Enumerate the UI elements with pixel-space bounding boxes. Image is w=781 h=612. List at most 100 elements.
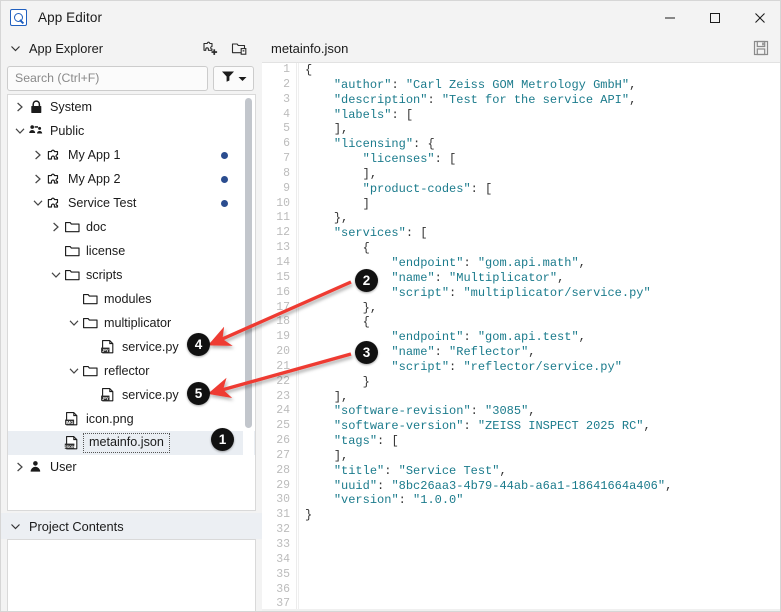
py-file-icon: .PY: [99, 386, 118, 404]
tree-item-doc[interactable]: doc: [8, 215, 255, 239]
code-line: ],: [333, 122, 349, 137]
tree-item-label: icon.png: [86, 411, 134, 426]
close-button[interactable]: [737, 1, 780, 34]
line-number: 21: [276, 359, 290, 373]
code-line: "description": "Test for the service API…: [333, 92, 637, 107]
chevron-down-icon[interactable]: [49, 263, 63, 287]
app-explorer-title: App Explorer: [29, 40, 103, 56]
chevron-down-icon: [238, 69, 247, 87]
project-contents-header[interactable]: Project Contents: [1, 513, 262, 539]
svg-text:.PY: .PY: [102, 396, 109, 401]
maximize-button[interactable]: [692, 1, 737, 34]
tree-item-label: service.py: [122, 339, 179, 354]
add-app-icon[interactable]: [198, 37, 220, 59]
tree-item-label: metainfo.json: [83, 433, 170, 453]
app-tree: System Public My App 1 My App 2 Service Tes…: [8, 95, 255, 479]
filter-button[interactable]: [213, 65, 254, 91]
line-number: 35: [276, 567, 290, 581]
tree-item-scripts[interactable]: scripts: [8, 263, 255, 287]
tree-item-license[interactable]: license: [8, 239, 255, 263]
app-explorer-header: App Explorer: [1, 34, 262, 62]
folder-icon: [63, 266, 82, 284]
code-line: ],: [362, 166, 378, 181]
chevron-right-icon[interactable]: [13, 95, 27, 119]
chevron-down-icon[interactable]: [67, 311, 81, 335]
line-number: 27: [276, 448, 290, 462]
code-line: ],: [333, 448, 349, 463]
public-icon: [27, 122, 46, 140]
tree-item-public[interactable]: Public: [8, 119, 255, 143]
code-text-area[interactable]: { "author": "Carl Zeiss GOM Metrology Gm…: [298, 63, 780, 611]
code-line: "software-revision": "3085",: [333, 404, 536, 419]
chevron-down-icon[interactable]: [67, 359, 81, 383]
code-line: },: [362, 300, 378, 315]
tree-item-label: Public: [50, 123, 85, 138]
tree-item-service-py[interactable]: .PY service.py: [8, 383, 255, 407]
window-title: App Editor: [38, 10, 103, 25]
folder-icon: [63, 218, 82, 236]
code-line: }: [305, 508, 313, 523]
search-input[interactable]: [7, 65, 208, 91]
line-number: 29: [276, 478, 290, 492]
code-line: ],: [333, 389, 349, 404]
line-number: 34: [276, 552, 290, 566]
code-line: "author": "Carl Zeiss GOM Metrology GmbH…: [333, 77, 637, 92]
tree-item-label: doc: [86, 219, 107, 234]
chevron-right-icon[interactable]: [13, 455, 27, 479]
tree-item-system[interactable]: System: [8, 95, 255, 119]
tree-item-multiplicator[interactable]: multiplicator: [8, 311, 255, 335]
code-editor[interactable]: 1 2 3 4 5 6 7 8 9 10 11 12 13 14 15 16 17 18 19 20 21 22 23 24 2…: [262, 62, 780, 611]
tree-scrollbar-thumb[interactable]: [245, 98, 252, 428]
caret-down-icon[interactable]: [7, 523, 23, 530]
line-number: 5: [283, 122, 290, 136]
line-number-gutter: 1 2 3 4 5 6 7 8 9 10 11 12 13 14 15 16 17 18 19 20 21 22 23 24 2…: [262, 63, 297, 611]
line-number: 18: [276, 315, 290, 329]
py-file-icon: .PY: [99, 338, 118, 356]
json-file-icon: JSON: [63, 434, 82, 452]
chevron-right-icon[interactable]: [49, 215, 63, 239]
search-row: [1, 62, 262, 94]
tree-item-my-app-1[interactable]: My App 1: [8, 143, 255, 167]
chevron-right-icon[interactable]: [31, 167, 45, 191]
line-number: 25: [276, 419, 290, 433]
chevron-right-icon[interactable]: [31, 143, 45, 167]
tree-item-label: System: [50, 99, 92, 114]
tree-item-modules[interactable]: modules: [8, 287, 255, 311]
save-floppy-icon[interactable]: [751, 38, 771, 58]
modified-indicator-dot: [221, 199, 228, 207]
tree-item-service-py[interactable]: .PY service.py: [8, 335, 255, 359]
callout-badge-2: 2: [355, 269, 378, 292]
line-number: 8: [283, 166, 290, 180]
modified-indicator-dot: [221, 151, 228, 159]
line-number: 12: [276, 226, 290, 240]
tree-item-icon-png[interactable]: IMG icon.png: [8, 407, 255, 431]
project-contents-title: Project Contents: [29, 518, 124, 534]
tree-scrollbar[interactable]: [243, 96, 254, 510]
minimize-button[interactable]: [647, 1, 692, 34]
line-number: 6: [283, 137, 290, 151]
caret-down-icon[interactable]: [7, 45, 23, 52]
import-folder-icon[interactable]: [228, 37, 250, 59]
puzzle-icon: [45, 146, 64, 164]
tree-item-my-app-2[interactable]: My App 2: [8, 167, 255, 191]
folder-icon: [81, 314, 100, 332]
tab-metainfo-json[interactable]: metainfo.json: [271, 41, 348, 56]
line-number: 36: [276, 582, 290, 596]
code-line: {: [362, 241, 370, 256]
chevron-down-icon[interactable]: [13, 119, 27, 143]
line-number: 9: [283, 181, 290, 195]
line-number: 22: [276, 374, 290, 388]
tree-item-reflector[interactable]: reflector: [8, 359, 255, 383]
tree-item-service-test[interactable]: Service Test: [8, 191, 255, 215]
modified-indicator-dot: [221, 175, 228, 183]
left-panel: App Explorer Search (Ctrl+F) System Publ…: [1, 34, 262, 611]
chevron-down-icon[interactable]: [31, 191, 45, 215]
right-panel: metainfo.json 1 2 3 4 5 6 7 8 9 10 11 12 13 14 15 16 17 1…: [262, 34, 780, 611]
tree-item-label: My App 2: [68, 171, 121, 186]
window-controls: [647, 1, 780, 34]
svg-text:IMG: IMG: [66, 420, 74, 425]
tree-item-user[interactable]: User: [8, 455, 255, 479]
callout-badge-5: 5: [187, 382, 210, 405]
tree-item-label: modules: [104, 291, 152, 306]
code-line: "licenses": [: [362, 152, 457, 167]
